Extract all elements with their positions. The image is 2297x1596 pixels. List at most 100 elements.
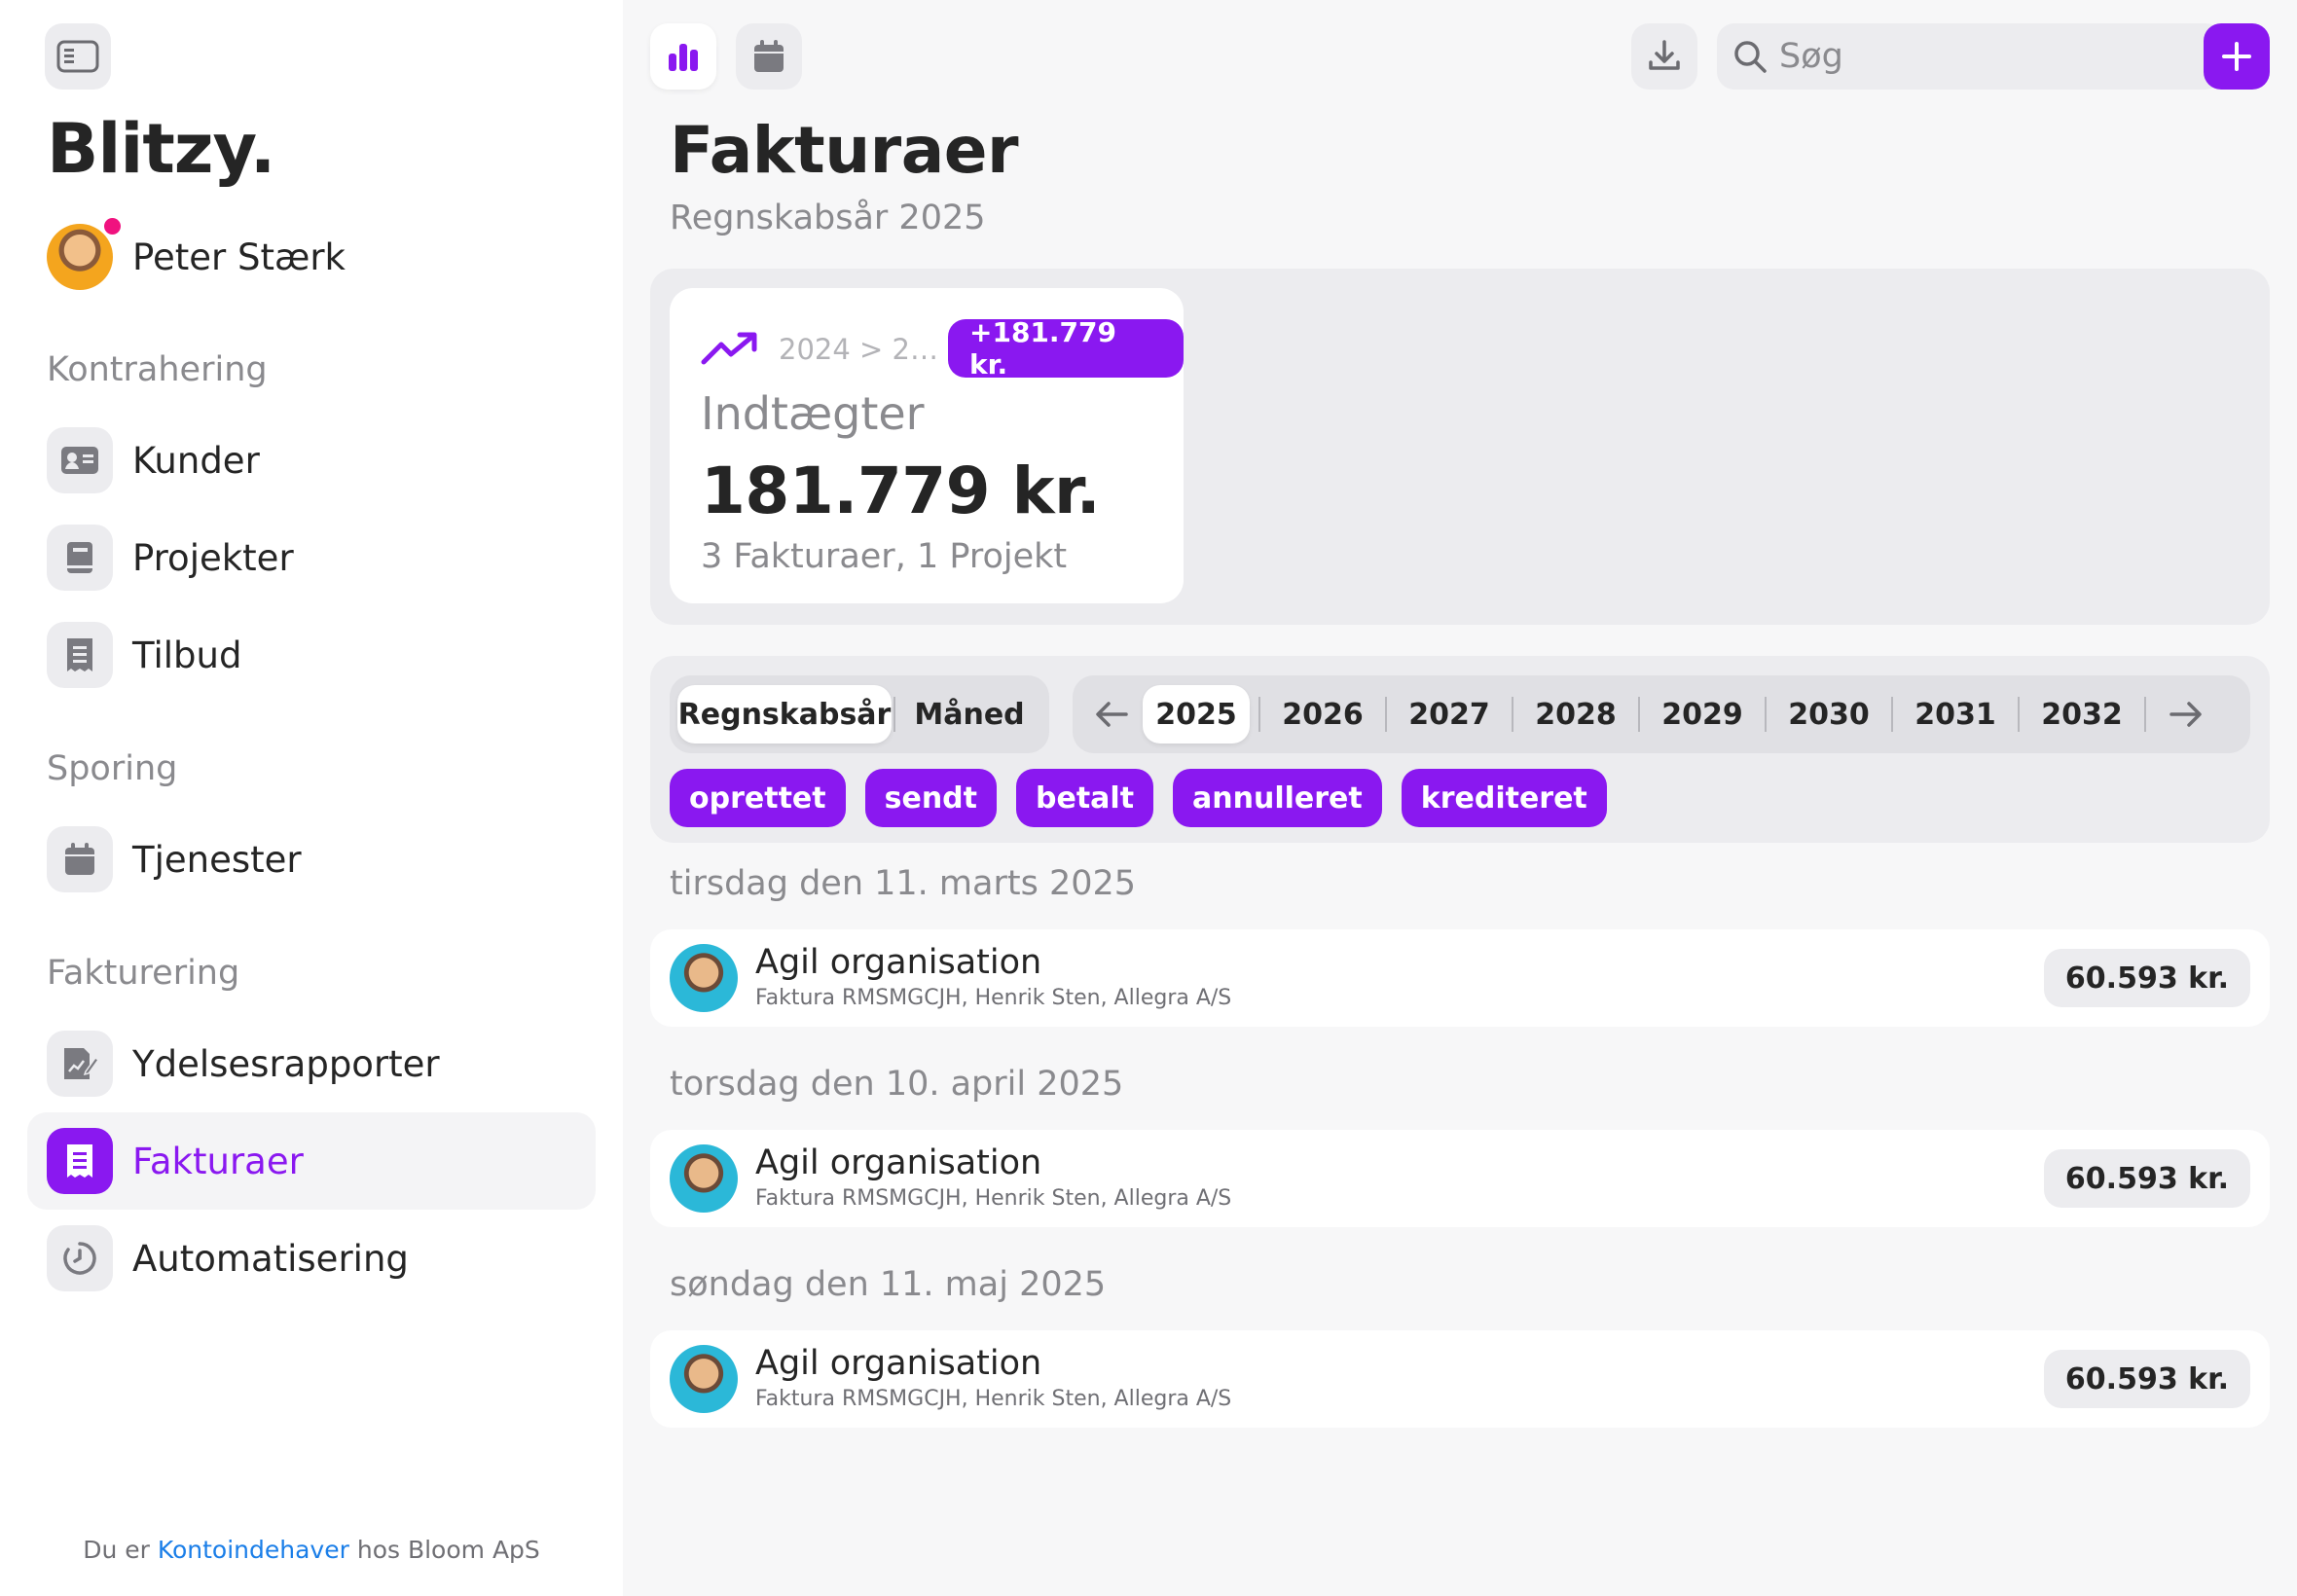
arrow-right-icon xyxy=(2169,702,2202,727)
avatar xyxy=(670,1144,738,1213)
period-toggle: Regnskabsår Måned xyxy=(670,675,1049,753)
year-option-2029[interactable]: 2029 xyxy=(1649,685,1756,744)
invoice-title: Agil organisation xyxy=(755,1143,1042,1182)
contact-card-icon xyxy=(47,427,113,493)
sidebar-toggle-button[interactable] xyxy=(45,23,111,90)
sidebar-item-label: Fakturaer xyxy=(132,1140,304,1182)
report-edit-icon xyxy=(47,1031,113,1097)
search-input[interactable] xyxy=(1779,37,2188,76)
stat-value: 181.779 kr. xyxy=(701,453,1101,528)
app-logo: Blitzy. xyxy=(47,109,275,189)
invoice-row[interactable]: Agil organisation Faktura RMSMGCJH, Henr… xyxy=(650,1130,2270,1227)
invoice-icon xyxy=(47,1128,113,1194)
main-content: Fakturaer Regnskabsår 2025 2024 > 2… +18… xyxy=(623,0,2297,1596)
sidebar-item-label: Tilbud xyxy=(132,634,242,676)
year-option-2025[interactable]: 2025 xyxy=(1143,685,1250,744)
sidebar-item-projekter[interactable]: Projekter xyxy=(27,509,596,606)
invoice-amount: 60.593 kr. xyxy=(2043,1350,2250,1408)
divider xyxy=(2018,697,2020,732)
year-option-2030[interactable]: 2030 xyxy=(1775,685,1882,744)
sidebar-item-kunder[interactable]: Kunder xyxy=(27,412,596,509)
sidebar-item-label: Projekter xyxy=(132,536,294,579)
section-label-fakturering: Fakturering xyxy=(47,954,240,993)
sidebar: Blitzy. Peter Stærk Kontrahering Kunder … xyxy=(0,0,623,1596)
invoice-amount: 60.593 kr. xyxy=(2043,949,2250,1007)
notification-dot xyxy=(104,218,121,235)
calendar-icon xyxy=(47,826,113,892)
download-icon xyxy=(1649,40,1680,70)
status-chip-betalt[interactable]: betalt xyxy=(1016,769,1154,827)
revenue-stat-card[interactable]: 2024 > 2… +181.779 kr. Indtægter 181.779… xyxy=(670,288,1184,603)
plus-icon xyxy=(2222,42,2251,71)
divider xyxy=(1638,697,1640,732)
year-next-button[interactable] xyxy=(2155,685,2217,744)
user-name: Peter Stærk xyxy=(132,236,346,278)
status-chip-krediteret[interactable]: krediteret xyxy=(1401,769,1607,827)
date-heading: søndag den 11. maj 2025 xyxy=(670,1265,1107,1304)
divider xyxy=(1765,697,1767,732)
sidebar-item-label: Automatisering xyxy=(132,1237,409,1280)
sidebar-item-fakturaer[interactable]: Fakturaer xyxy=(27,1112,596,1210)
invoice-row[interactable]: Agil organisation Faktura RMSMGCJH, Henr… xyxy=(650,1330,2270,1428)
divider xyxy=(1891,697,1893,732)
download-button[interactable] xyxy=(1631,23,1697,90)
year-option-2031[interactable]: 2031 xyxy=(1902,685,2009,744)
user-profile[interactable]: Peter Stærk xyxy=(47,218,346,292)
date-heading: torsdag den 10. april 2025 xyxy=(670,1065,1124,1104)
status-chip-sendt[interactable]: sendt xyxy=(864,769,997,827)
arrow-left-icon xyxy=(1096,702,1128,727)
avatar xyxy=(670,944,738,1012)
avatar xyxy=(47,218,121,290)
cycle-icon xyxy=(47,1225,113,1291)
divider xyxy=(1512,697,1513,732)
sidebar-item-label: Ydelsesrapporter xyxy=(132,1042,440,1085)
section-label-kontrahering: Kontrahering xyxy=(47,350,268,389)
sidebar-item-ydelsesrapporter[interactable]: Ydelsesrapporter xyxy=(27,1015,596,1112)
status-chip-annulleret[interactable]: annulleret xyxy=(1173,769,1382,827)
page-title: Fakturaer xyxy=(670,113,1019,188)
year-option-2028[interactable]: 2028 xyxy=(1522,685,1629,744)
bar-chart-icon xyxy=(669,44,698,71)
invoice-subtitle: Faktura RMSMGCJH, Henrik Sten, Allegra A… xyxy=(755,1186,1232,1211)
chart-view-button[interactable] xyxy=(650,23,716,90)
invoice-title: Agil organisation xyxy=(755,1344,1042,1383)
sidebar-item-label: Tjenester xyxy=(132,838,302,881)
status-chip-oprettet[interactable]: oprettet xyxy=(670,769,846,827)
period-option-maaned[interactable]: Måned xyxy=(897,685,1041,744)
stat-label: Indtægter xyxy=(701,387,925,440)
divider xyxy=(1258,697,1260,732)
receipt-icon xyxy=(47,622,113,688)
revenue-delta-badge: +181.779 kr. xyxy=(948,316,1184,381)
account-role-link[interactable]: Kontoindehaver xyxy=(158,1536,349,1564)
year-option-2032[interactable]: 2032 xyxy=(2028,685,2135,744)
stat-meta: 3 Fakturaer, 1 Projekt xyxy=(701,537,1068,576)
trending-up-icon xyxy=(701,332,757,365)
footer-suffix: hos Bloom ApS xyxy=(356,1536,540,1564)
invoice-row[interactable]: Agil organisation Faktura RMSMGCJH, Henr… xyxy=(650,929,2270,1027)
comparison-period: 2024 > 2… xyxy=(779,333,938,366)
period-option-regnskabsaar[interactable]: Regnskabsår xyxy=(677,685,892,744)
sidebar-item-automatisering[interactable]: Automatisering xyxy=(27,1210,596,1307)
search-icon xyxy=(1734,41,1767,73)
search-bar[interactable] xyxy=(1717,23,2223,90)
section-label-sporing: Sporing xyxy=(47,749,178,788)
footer-prefix: Du er xyxy=(83,1536,150,1564)
divider xyxy=(2144,697,2146,732)
add-invoice-button[interactable] xyxy=(2204,23,2270,90)
year-prev-button[interactable] xyxy=(1080,685,1143,744)
sidebar-item-tjenester[interactable]: Tjenester xyxy=(27,811,596,908)
year-option-2026[interactable]: 2026 xyxy=(1269,685,1376,744)
invoice-amount: 60.593 kr. xyxy=(2043,1149,2250,1208)
avatar xyxy=(670,1345,738,1413)
sidebar-item-tilbud[interactable]: Tilbud xyxy=(27,606,596,704)
calendar-icon xyxy=(754,40,784,72)
year-option-2027[interactable]: 2027 xyxy=(1396,685,1503,744)
sidebar-item-label: Kunder xyxy=(132,439,260,482)
status-filter-chips: oprettet sendt betalt annulleret kredite… xyxy=(670,769,1626,827)
calendar-view-button[interactable] xyxy=(736,23,802,90)
account-footer: Du er Kontoindehaver hos Bloom ApS xyxy=(0,1536,623,1564)
invoice-subtitle: Faktura RMSMGCJH, Henrik Sten, Allegra A… xyxy=(755,986,1232,1010)
invoice-subtitle: Faktura RMSMGCJH, Henrik Sten, Allegra A… xyxy=(755,1387,1232,1411)
date-heading: tirsdag den 11. marts 2025 xyxy=(670,864,1137,903)
sidebar-toggle-icon xyxy=(56,40,99,73)
